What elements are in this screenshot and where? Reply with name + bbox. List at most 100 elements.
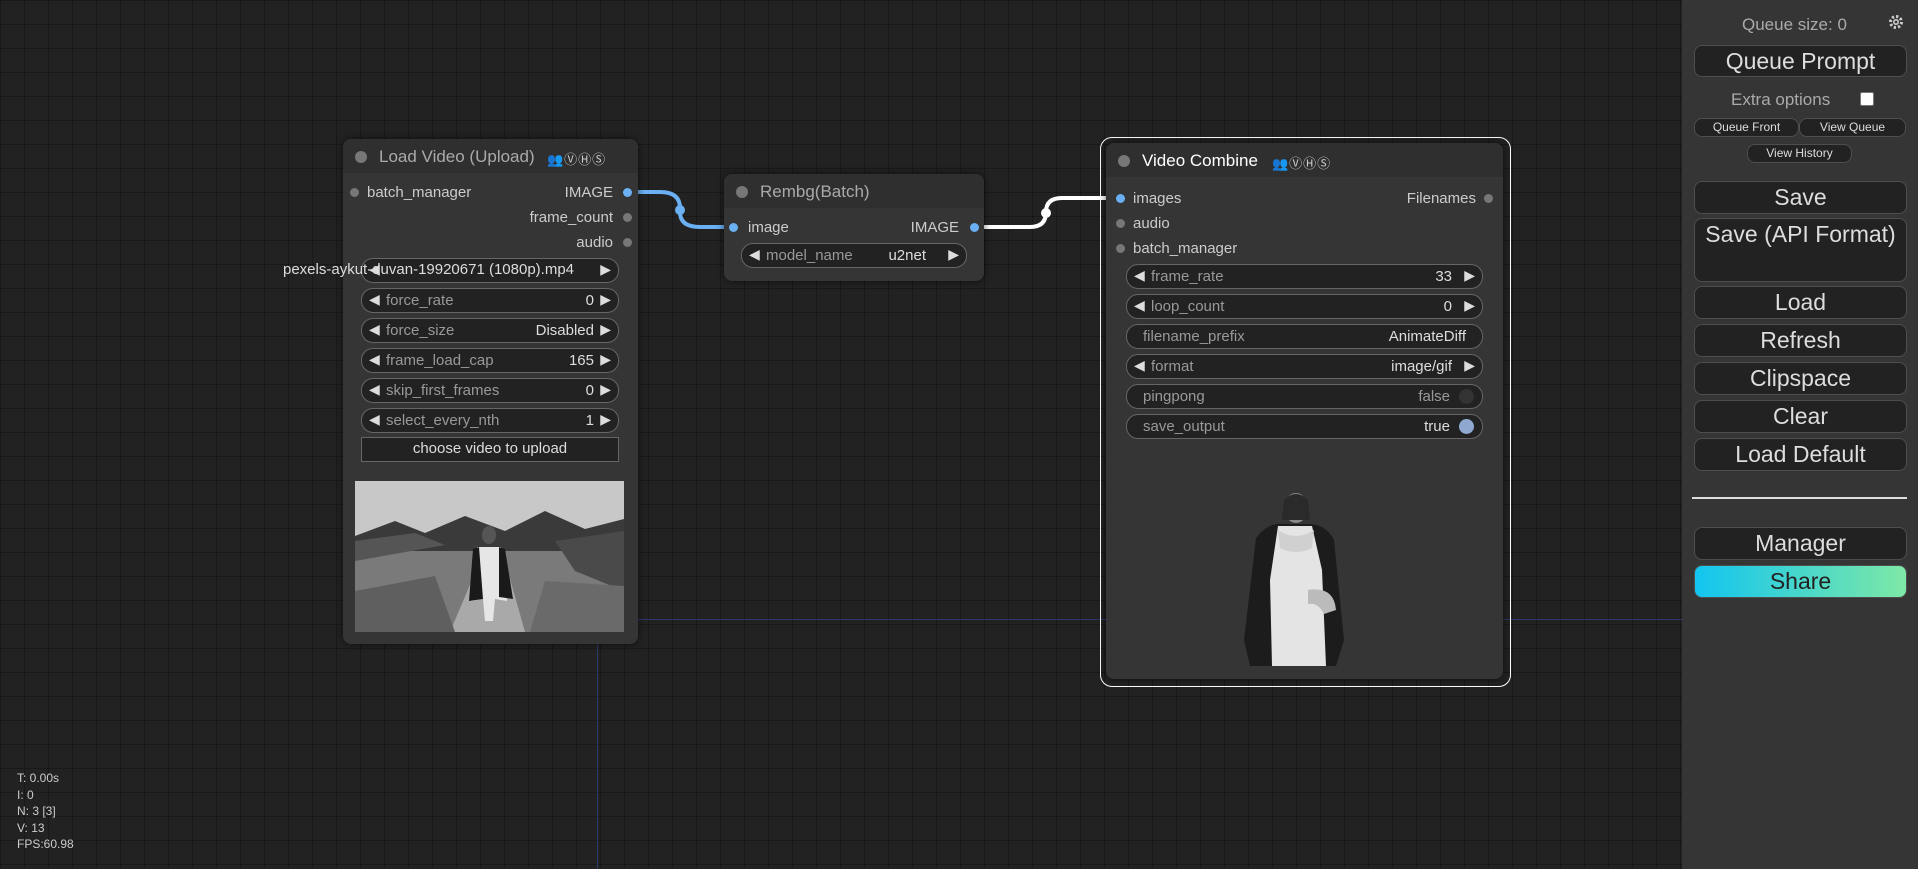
- input-batch-manager: batch_manager: [1133, 240, 1238, 257]
- load-button[interactable]: Load: [1694, 286, 1907, 319]
- output-slot-dot[interactable]: [623, 213, 632, 222]
- decrement-arrow-icon[interactable]: ◀: [1134, 297, 1145, 314]
- widget-label: model_name: [766, 247, 853, 264]
- choose-video-upload-button[interactable]: choose video to upload: [361, 437, 619, 462]
- queue-front-button[interactable]: Queue Front: [1694, 118, 1799, 137]
- widget-label: frame_rate: [1151, 268, 1224, 285]
- widget-label: save_output: [1143, 418, 1225, 435]
- widget-label: skip_first_frames: [386, 382, 500, 399]
- output-slot-dot[interactable]: [1484, 194, 1493, 203]
- increment-arrow-icon[interactable]: ▶: [948, 246, 959, 263]
- load-default-button[interactable]: Load Default: [1694, 438, 1907, 471]
- queue-size-label: Queue size: 0: [1742, 15, 1847, 34]
- increment-arrow-icon[interactable]: ▶: [600, 351, 611, 368]
- menu-divider: [1692, 497, 1907, 499]
- view-queue-button[interactable]: View Queue: [1799, 118, 1906, 137]
- widget-value: 1: [585, 412, 594, 429]
- increment-arrow-icon[interactable]: ▶: [1464, 267, 1475, 284]
- settings-gear-icon[interactable]: [1888, 14, 1904, 30]
- save-output-toggle[interactable]: save_output true: [1126, 414, 1483, 439]
- queue-prompt-button[interactable]: Queue Prompt: [1694, 45, 1907, 77]
- decrement-arrow-icon[interactable]: ◀: [369, 291, 380, 308]
- decrement-arrow-icon[interactable]: ◀: [749, 246, 760, 263]
- collapse-dot-icon[interactable]: [355, 151, 367, 163]
- clear-button[interactable]: Clear: [1694, 400, 1907, 433]
- extra-options-checkbox[interactable]: [1860, 92, 1874, 106]
- pingpong-toggle[interactable]: pingpong false: [1126, 384, 1483, 409]
- widget-label: loop_count: [1151, 298, 1225, 315]
- input-slot-dot[interactable]: [729, 223, 738, 232]
- node-links: [626, 190, 1118, 229]
- widget-value: 0: [585, 292, 594, 309]
- increment-arrow-icon[interactable]: ▶: [600, 381, 611, 398]
- output-image: IMAGE: [910, 219, 959, 236]
- loop-count-widget[interactable]: ◀ loop_count 0 ▶: [1126, 294, 1483, 319]
- view-history-button[interactable]: View History: [1747, 144, 1852, 163]
- widget-label: frame_load_cap: [386, 352, 494, 369]
- widget-label: select_every_nth: [386, 412, 500, 429]
- manager-button[interactable]: Manager: [1694, 527, 1907, 560]
- share-button[interactable]: Share: [1694, 565, 1907, 598]
- widget-value: AnimateDiff: [1388, 328, 1466, 345]
- widget-label: force_rate: [386, 292, 454, 309]
- input-slot-dot[interactable]: [1116, 219, 1125, 228]
- link-midpoint-white: [1041, 208, 1051, 218]
- toggle-off-icon: [1459, 389, 1474, 404]
- filename-prefix-widget[interactable]: filename_prefix AnimateDiff: [1126, 324, 1483, 349]
- refresh-button[interactable]: Refresh: [1694, 324, 1907, 357]
- save-button[interactable]: Save: [1694, 181, 1907, 214]
- widget-value: Disabled: [535, 322, 594, 339]
- stat-fps: FPS:60.98: [17, 837, 74, 851]
- widget-value: 165: [568, 352, 594, 369]
- increment-arrow-icon[interactable]: ▶: [1464, 357, 1475, 374]
- widget-label: pingpong: [1143, 388, 1205, 405]
- increment-arrow-icon[interactable]: ▶: [600, 411, 611, 428]
- stat-iterations: I: 0: [17, 787, 34, 802]
- widget-value: 33: [1435, 268, 1452, 285]
- video-preview-image[interactable]: [355, 481, 624, 632]
- format-widget[interactable]: ◀ format image/gif ▶: [1126, 354, 1483, 379]
- save-api-format-button[interactable]: Save (API Format): [1694, 218, 1907, 282]
- output-slot-dot[interactable]: [970, 223, 979, 232]
- force-size-widget[interactable]: ◀ force_size Disabled ▶: [361, 318, 619, 343]
- output-frame-count: frame_count: [529, 209, 613, 226]
- select-every-nth-widget[interactable]: ◀ select_every_nth 1 ▶: [361, 408, 619, 433]
- decrement-arrow-icon[interactable]: ◀: [369, 411, 380, 428]
- widget-value: image/gif: [1391, 358, 1452, 375]
- input-slot-dot[interactable]: [350, 188, 359, 197]
- model-name-widget[interactable]: ◀ model_name u2net ▶: [741, 243, 967, 268]
- input-slot-dot[interactable]: [1116, 194, 1125, 203]
- force-rate-widget[interactable]: ◀ force_rate 0 ▶: [361, 288, 619, 313]
- increment-arrow-icon[interactable]: ▶: [1464, 297, 1475, 314]
- increment-arrow-icon[interactable]: ▶: [600, 321, 611, 338]
- video-combine-title-bar[interactable]: Video Combine 👥ⓋⒽⓈ: [1106, 143, 1503, 177]
- link-midpoint-blue: [675, 205, 685, 215]
- output-preview-image[interactable]: [1238, 490, 1356, 666]
- output-slot-dot[interactable]: [623, 188, 632, 197]
- increment-arrow-icon[interactable]: ▶: [600, 291, 611, 308]
- collapse-dot-icon[interactable]: [1118, 155, 1130, 167]
- frame-rate-widget[interactable]: ◀ frame_rate 33 ▶: [1126, 264, 1483, 289]
- node-title: Rembg(Batch): [760, 182, 870, 201]
- frame-load-cap-widget[interactable]: ◀ frame_load_cap 165 ▶: [361, 348, 619, 373]
- decrement-arrow-icon[interactable]: ◀: [1134, 267, 1145, 284]
- decrement-arrow-icon[interactable]: ◀: [369, 351, 380, 368]
- skip-first-frames-widget[interactable]: ◀ skip_first_frames 0 ▶: [361, 378, 619, 403]
- input-slot-dot[interactable]: [1116, 244, 1125, 253]
- clipspace-button[interactable]: Clipspace: [1694, 362, 1907, 395]
- vhs-badge-icon: 👥ⓋⒽⓈ: [547, 152, 607, 167]
- widget-value: 0: [585, 382, 594, 399]
- rembg-title-bar[interactable]: Rembg(Batch): [724, 174, 984, 208]
- collapse-dot-icon[interactable]: [736, 186, 748, 198]
- video-combine-node[interactable]: Video Combine 👥ⓋⒽⓈ images audio batch_ma…: [1106, 143, 1503, 679]
- increment-arrow-icon[interactable]: ▶: [600, 261, 611, 278]
- link-rembg-to-combine: [974, 196, 1118, 229]
- decrement-arrow-icon[interactable]: ◀: [369, 381, 380, 398]
- load-video-title-bar[interactable]: Load Video (Upload) 👥ⓋⒽⓈ: [343, 139, 638, 173]
- rembg-node[interactable]: Rembg(Batch) image IMAGE ◀ model_name u2…: [724, 174, 984, 281]
- decrement-arrow-icon[interactable]: ◀: [1134, 357, 1145, 374]
- output-slot-dot[interactable]: [623, 238, 632, 247]
- stat-vertices: V: 13: [17, 820, 45, 835]
- load-video-node[interactable]: Load Video (Upload) 👥ⓋⒽⓈ batch_manager I…: [283, 139, 638, 644]
- decrement-arrow-icon[interactable]: ◀: [369, 321, 380, 338]
